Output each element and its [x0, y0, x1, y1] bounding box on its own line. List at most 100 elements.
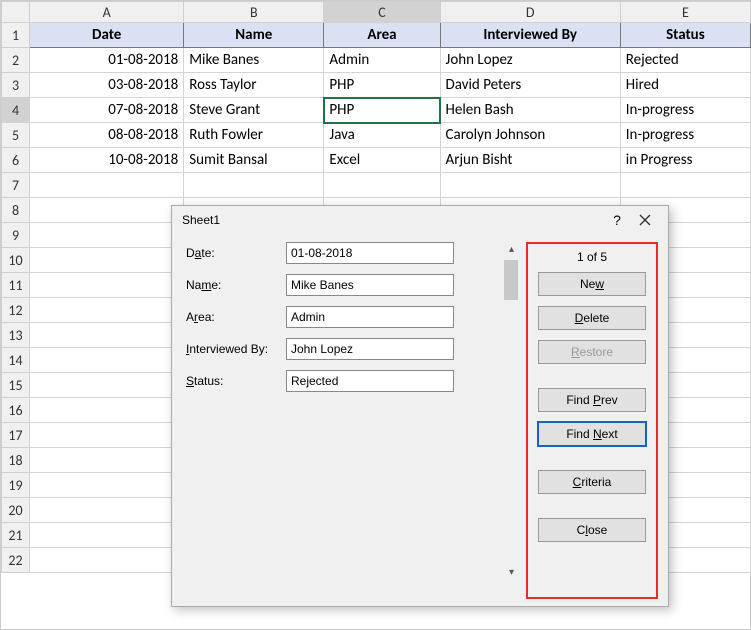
cell-A6[interactable]: 10-08-2018: [30, 148, 184, 173]
cell-C4[interactable]: PHP: [324, 98, 440, 123]
cell-A11[interactable]: [30, 273, 184, 298]
cell-A18[interactable]: [30, 448, 184, 473]
cell-E3[interactable]: Hired: [620, 73, 750, 98]
cell-C1[interactable]: Area: [324, 23, 440, 48]
cell-A21[interactable]: [30, 523, 184, 548]
row-header-7[interactable]: 7: [2, 173, 30, 198]
cell-A22[interactable]: [30, 548, 184, 573]
dialog-titlebar[interactable]: Sheet1 ?: [172, 206, 668, 232]
row-header-22[interactable]: 22: [2, 548, 30, 573]
cell-A17[interactable]: [30, 423, 184, 448]
field-input-interviewed[interactable]: [286, 338, 454, 360]
cell-B5[interactable]: Ruth Fowler: [184, 123, 324, 148]
row-header-9[interactable]: 9: [2, 223, 30, 248]
cell-A10[interactable]: [30, 248, 184, 273]
row-header-3[interactable]: 3: [2, 73, 30, 98]
col-header-D[interactable]: D: [440, 2, 620, 23]
cell-A1[interactable]: Date: [30, 23, 184, 48]
col-header-C[interactable]: C: [324, 2, 440, 23]
cell-B4[interactable]: Steve Grant: [184, 98, 324, 123]
row-header-21[interactable]: 21: [2, 523, 30, 548]
cell-A13[interactable]: [30, 323, 184, 348]
cell-A15[interactable]: [30, 373, 184, 398]
cell-A19[interactable]: [30, 473, 184, 498]
field-input-status[interactable]: [286, 370, 454, 392]
cell-A5[interactable]: 08-08-2018: [30, 123, 184, 148]
row-header-11[interactable]: 11: [2, 273, 30, 298]
cell-D4[interactable]: Helen Bash: [440, 98, 620, 123]
cell-D6[interactable]: Arjun Bisht: [440, 148, 620, 173]
cell-A8[interactable]: [30, 198, 184, 223]
cell-D1[interactable]: Interviewed By: [440, 23, 620, 48]
cell-C5[interactable]: Java: [324, 123, 440, 148]
find-next-button[interactable]: Find Next: [538, 422, 646, 446]
cell-B2[interactable]: Mike Banes: [184, 48, 324, 73]
new-button[interactable]: New: [538, 272, 646, 296]
scroll-up-icon[interactable]: ▴: [503, 242, 520, 259]
cell-E1[interactable]: Status: [620, 23, 750, 48]
field-row-date: Date:: [186, 242, 497, 264]
row-header-2[interactable]: 2: [2, 48, 30, 73]
field-input-area[interactable]: [286, 306, 454, 328]
cell-D2[interactable]: John Lopez: [440, 48, 620, 73]
col-header-A[interactable]: A: [30, 2, 184, 23]
cell-A9[interactable]: [30, 223, 184, 248]
scrollbar[interactable]: ▴ ▾: [503, 242, 520, 582]
cell-B1[interactable]: Name: [184, 23, 324, 48]
cell-E6[interactable]: in Progress: [620, 148, 750, 173]
cell-A14[interactable]: [30, 348, 184, 373]
row-header-17[interactable]: 17: [2, 423, 30, 448]
cell-E4[interactable]: In-progress: [620, 98, 750, 123]
close-button[interactable]: Close: [538, 518, 646, 542]
cell-A3[interactable]: 03-08-2018: [30, 73, 184, 98]
row-header-16[interactable]: 16: [2, 398, 30, 423]
row-header-12[interactable]: 12: [2, 298, 30, 323]
cell-A2[interactable]: 01-08-2018: [30, 48, 184, 73]
cell-A4[interactable]: 07-08-2018: [30, 98, 184, 123]
row-header-1[interactable]: 1: [2, 23, 30, 48]
field-input-name[interactable]: [286, 274, 454, 296]
cell-B3[interactable]: Ross Taylor: [184, 73, 324, 98]
cell-E5[interactable]: In-progress: [620, 123, 750, 148]
row-header-14[interactable]: 14: [2, 348, 30, 373]
cell-C2[interactable]: Admin: [324, 48, 440, 73]
cell-A20[interactable]: [30, 498, 184, 523]
cell-C7[interactable]: [324, 173, 440, 198]
cell-D7[interactable]: [440, 173, 620, 198]
cell-A7[interactable]: [30, 173, 184, 198]
data-form-dialog: Sheet1 ? Date:Name:Area:Interviewed By:S…: [171, 205, 669, 607]
field-input-date[interactable]: [286, 242, 454, 264]
row-header-18[interactable]: 18: [2, 448, 30, 473]
row-header-5[interactable]: 5: [2, 123, 30, 148]
col-header-E[interactable]: E: [620, 2, 750, 23]
row-header-4[interactable]: 4: [2, 98, 30, 123]
row-header-13[interactable]: 13: [2, 323, 30, 348]
help-icon[interactable]: ?: [604, 212, 630, 228]
cell-D5[interactable]: Carolyn Johnson: [440, 123, 620, 148]
row-header-6[interactable]: 6: [2, 148, 30, 173]
criteria-button[interactable]: Criteria: [538, 470, 646, 494]
row-header-10[interactable]: 10: [2, 248, 30, 273]
cell-A12[interactable]: [30, 298, 184, 323]
row-header-19[interactable]: 19: [2, 473, 30, 498]
cell-A16[interactable]: [30, 398, 184, 423]
row-header-20[interactable]: 20: [2, 498, 30, 523]
cell-E2[interactable]: Rejected: [620, 48, 750, 73]
cell-D3[interactable]: David Peters: [440, 73, 620, 98]
scroll-down-icon[interactable]: ▾: [503, 565, 520, 582]
cell-C3[interactable]: PHP: [324, 73, 440, 98]
field-row-status: Status:: [186, 370, 497, 392]
find-prev-button[interactable]: Find Prev: [538, 388, 646, 412]
cell-B6[interactable]: Sumit Bansal: [184, 148, 324, 173]
row-header-8[interactable]: 8: [2, 198, 30, 223]
cell-C6[interactable]: Excel: [324, 148, 440, 173]
row-header-15[interactable]: 15: [2, 373, 30, 398]
dialog-title: Sheet1: [182, 213, 604, 227]
cell-B7[interactable]: [184, 173, 324, 198]
scroll-thumb[interactable]: [504, 260, 518, 300]
cell-E7[interactable]: [620, 173, 750, 198]
close-icon[interactable]: [630, 214, 660, 226]
delete-button[interactable]: Delete: [538, 306, 646, 330]
col-header-B[interactable]: B: [184, 2, 324, 23]
select-all[interactable]: [2, 2, 30, 23]
